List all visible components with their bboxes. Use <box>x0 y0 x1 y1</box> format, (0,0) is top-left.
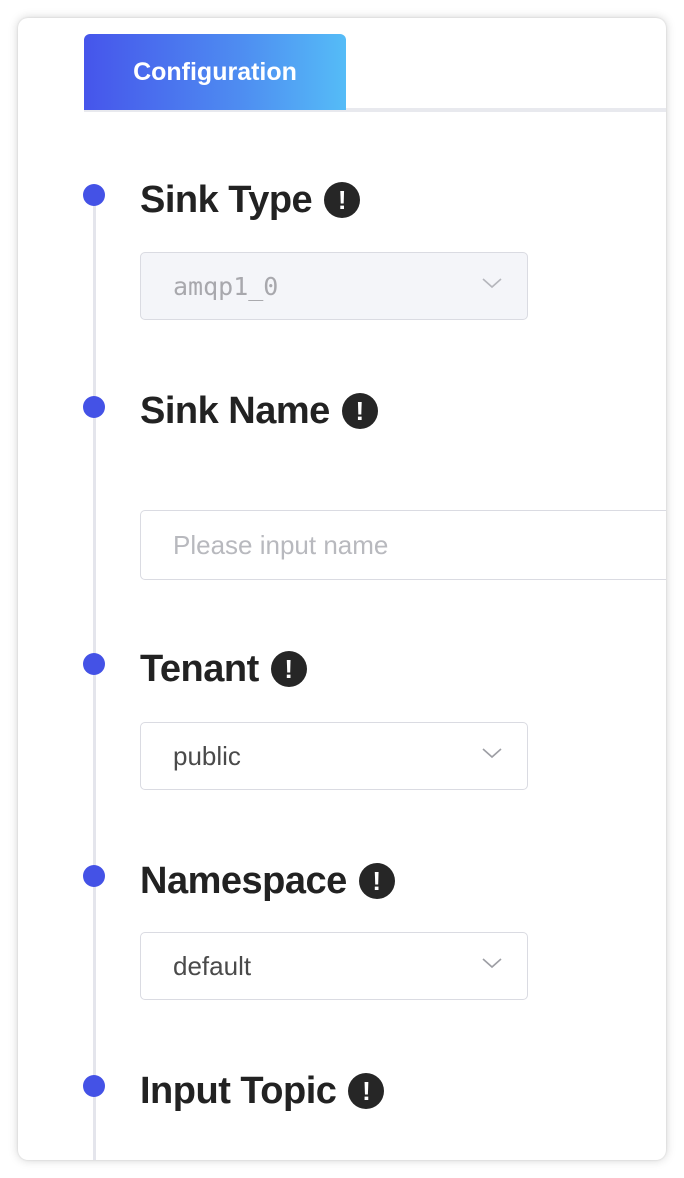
tenant-value: public <box>173 740 241 771</box>
exclamation-circle-icon[interactable]: ! <box>324 182 361 218</box>
sink-type-label: Sink Type <box>140 178 313 221</box>
sink-type-select: amqp1_0 <box>140 252 528 320</box>
timeline-dot <box>83 865 105 887</box>
namespace-label-row: Namespace ! <box>140 856 395 906</box>
timeline-dot <box>83 653 105 675</box>
tenant-select[interactable]: public <box>140 722 528 790</box>
timeline-dot <box>83 396 105 418</box>
sink-type-label-row: Sink Type ! <box>140 175 361 225</box>
exclamation-circle-icon[interactable]: ! <box>358 863 395 899</box>
sink-name-input[interactable] <box>140 510 666 580</box>
chevron-down-icon <box>482 748 502 759</box>
sink-type-value: amqp1_0 <box>173 271 279 301</box>
tenant-label: Tenant <box>140 647 259 690</box>
namespace-label: Namespace <box>140 859 347 902</box>
tab-bar: Configuration <box>84 34 666 114</box>
timeline-line <box>93 198 96 1160</box>
exclamation-circle-icon[interactable]: ! <box>270 651 307 687</box>
timeline-dot <box>83 1075 105 1097</box>
sink-name-label-row: Sink Name ! <box>140 386 378 436</box>
exclamation-circle-icon[interactable]: ! <box>341 393 378 429</box>
namespace-value: default <box>173 950 252 981</box>
exclamation-circle-icon[interactable]: ! <box>348 1073 385 1109</box>
sink-name-label: Sink Name <box>140 389 330 432</box>
chevron-down-icon <box>482 958 502 969</box>
input-topic-label-row: Input Topic ! <box>140 1066 385 1116</box>
tab-configuration[interactable]: Configuration <box>84 34 346 110</box>
tenant-label-row: Tenant ! <box>140 644 307 694</box>
sink-config-card: Configuration Sink Type ! amqp1_0 Sink N… <box>18 18 666 1160</box>
namespace-select[interactable]: default <box>140 932 528 1000</box>
input-topic-label: Input Topic <box>140 1069 337 1112</box>
timeline-dot <box>83 184 105 206</box>
chevron-down-icon <box>482 278 502 289</box>
